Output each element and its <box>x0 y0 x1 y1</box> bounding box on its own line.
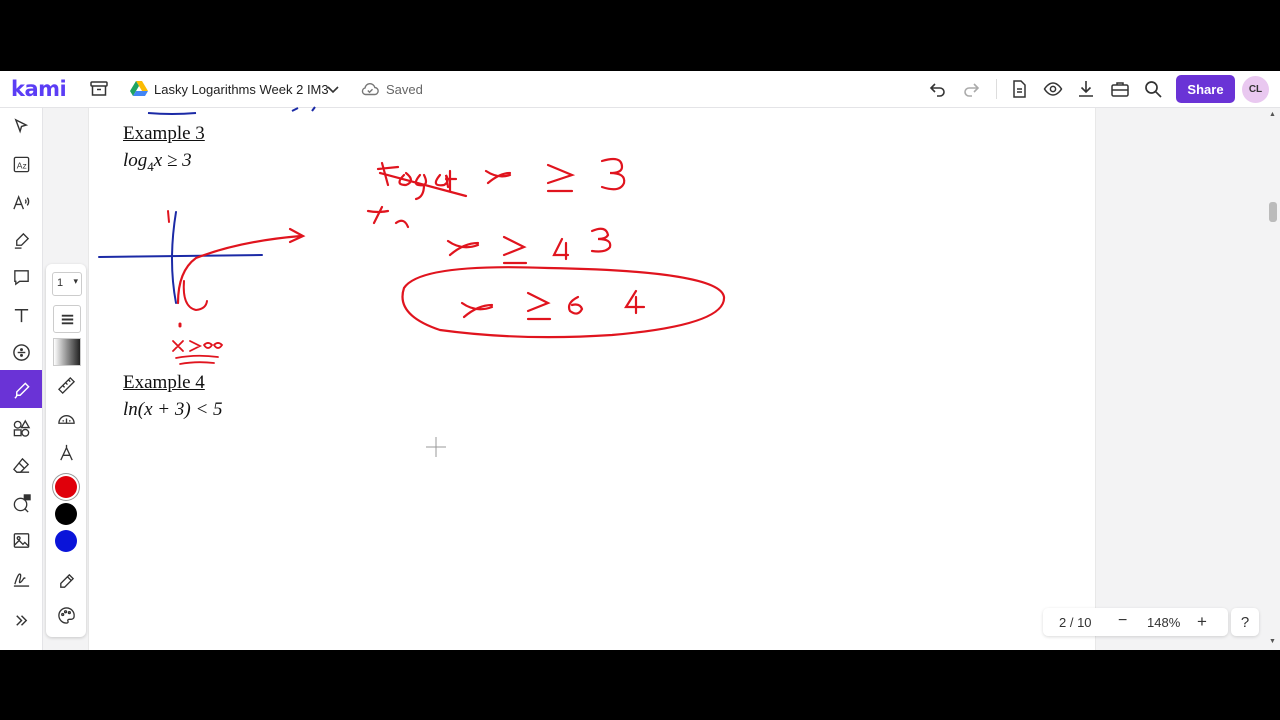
eyedropper-icon[interactable] <box>53 568 79 594</box>
comment-tool-icon[interactable] <box>9 265 33 289</box>
zoom-level[interactable]: 148% <box>1147 615 1180 630</box>
top-toolbar: kami Lasky Logarithms Week 2 IM3 Saved S… <box>0 71 1280 108</box>
cloud-check-icon <box>359 78 381 100</box>
document-icon[interactable] <box>1008 78 1030 100</box>
scroll-down-arrow-icon[interactable]: ▼ <box>1269 638 1276 645</box>
drawing-palette: 1 ▾ <box>46 264 86 637</box>
svg-text:Az: Az <box>16 160 26 170</box>
highlighter-tool-icon[interactable] <box>9 228 33 252</box>
line-style-icon[interactable] <box>53 305 81 333</box>
protractor-icon[interactable] <box>53 405 79 431</box>
example3-eq-rest: x ≥ 3 <box>153 150 192 171</box>
search-icon[interactable] <box>1142 78 1164 100</box>
page-zoom-controls: 2 / 10 − 148% + <box>1043 608 1228 636</box>
equation-tool-icon[interactable] <box>9 340 33 364</box>
vertical-scrollbar[interactable]: ▲ ▼ <box>1265 108 1280 650</box>
example3-equation: log4x ≥ 3 <box>123 150 192 175</box>
archive-icon[interactable] <box>88 78 110 100</box>
stroke-width-value: 1 <box>57 277 64 289</box>
user-avatar[interactable]: CL <box>1242 76 1269 103</box>
eye-icon[interactable] <box>1042 78 1064 100</box>
color-swatch-red[interactable] <box>55 476 77 498</box>
drawing-tool-icon[interactable] <box>9 378 33 402</box>
zoom-in-button[interactable]: + <box>1197 612 1207 632</box>
left-tool-rail: Az <box>0 108 43 650</box>
compass-icon[interactable] <box>53 439 79 465</box>
select-tool-icon[interactable] <box>9 114 33 138</box>
example4-equation: ln(x + 3) < 5 <box>123 399 223 420</box>
redo-icon[interactable] <box>960 78 982 100</box>
scrollbar-thumb[interactable] <box>1269 202 1277 222</box>
stroke-width-select[interactable]: 1 ▾ <box>52 272 82 296</box>
document-title[interactable]: Lasky Logarithms Week 2 IM3 <box>154 82 329 97</box>
color-swatch-black[interactable] <box>55 503 77 525</box>
ruler-icon[interactable] <box>53 372 79 398</box>
download-icon[interactable] <box>1075 78 1097 100</box>
scroll-up-arrow-icon[interactable]: ▲ <box>1269 111 1276 118</box>
example4-heading: Example 4 <box>123 372 205 393</box>
example3-heading: Example 3 <box>123 123 205 144</box>
share-button[interactable]: Share <box>1176 75 1235 103</box>
save-status: Saved <box>386 82 423 97</box>
briefcase-icon[interactable] <box>1109 78 1131 100</box>
color-swatch-blue[interactable] <box>55 530 77 552</box>
zoom-out-button[interactable]: − <box>1118 612 1127 630</box>
text-highlight-tool-icon[interactable]: Az <box>9 152 33 176</box>
image-tool-icon[interactable] <box>9 528 33 552</box>
color-palette-icon[interactable] <box>53 602 79 628</box>
eraser-tool-icon[interactable] <box>9 453 33 477</box>
document-page[interactable] <box>88 108 1096 650</box>
text-tool-icon[interactable] <box>9 303 33 327</box>
chevron-down-icon[interactable] <box>322 78 344 100</box>
undo-icon[interactable] <box>927 78 949 100</box>
toolbar-divider <box>996 79 997 99</box>
expand-chevrons-icon[interactable] <box>9 608 33 632</box>
kami-app: kami Lasky Logarithms Week 2 IM3 Saved S… <box>0 71 1280 650</box>
ai-question-tool-icon[interactable] <box>9 491 33 515</box>
text-to-speech-tool-icon[interactable] <box>9 190 33 214</box>
google-drive-icon <box>128 78 150 100</box>
page-indicator[interactable]: 2 / 10 <box>1059 615 1092 630</box>
caret-down-icon: ▾ <box>73 276 78 286</box>
shapes-tool-icon[interactable] <box>9 416 33 440</box>
signature-tool-icon[interactable] <box>9 566 33 590</box>
kami-logo[interactable]: kami <box>11 77 67 101</box>
example3-eq-log: log <box>123 150 148 171</box>
opacity-gradient-icon[interactable] <box>53 338 81 366</box>
help-button[interactable]: ? <box>1231 608 1259 636</box>
